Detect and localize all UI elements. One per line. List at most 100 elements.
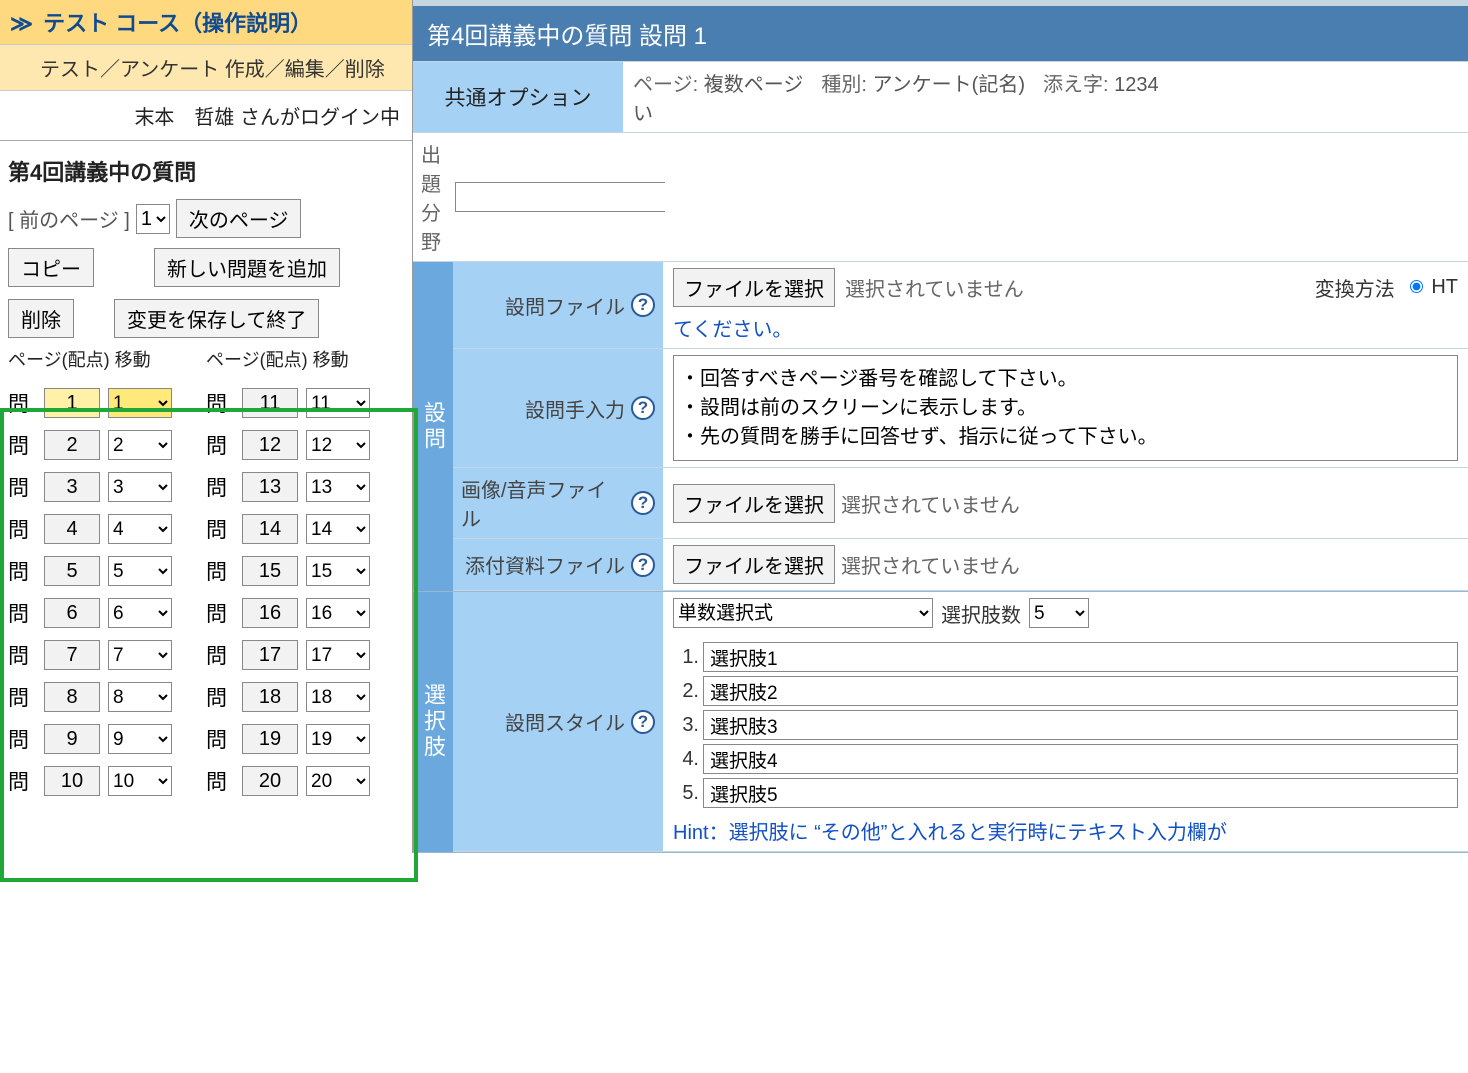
copy-button[interactable]: コピー	[8, 248, 94, 287]
question-prefix: 問	[206, 766, 234, 796]
question-grid: 問11問22問33問44問55問66問77問88問99問1010 問1111問1…	[0, 374, 412, 822]
help-icon[interactable]: ?	[631, 293, 655, 317]
question-item: 問1111	[206, 382, 404, 424]
question-number-button[interactable]: 19	[242, 724, 298, 754]
question-number-button[interactable]: 3	[44, 472, 100, 502]
question-page-select[interactable]: 4	[108, 514, 172, 544]
question-number-button[interactable]: 12	[242, 430, 298, 460]
choice-row: 1.	[673, 640, 1458, 674]
question-page-select[interactable]: 2	[108, 430, 172, 460]
question-number-button[interactable]: 5	[44, 556, 100, 586]
add-question-button[interactable]: 新しい問題を追加	[154, 248, 340, 287]
breadcrumb[interactable]: テスト／アンケート 作成／編集／削除	[0, 45, 412, 91]
question-number-button[interactable]: 10	[44, 766, 100, 796]
question-page-select[interactable]: 20	[306, 766, 370, 796]
course-title[interactable]: ≫ テスト コース（操作説明）	[0, 0, 412, 45]
chevrons-icon: ≫	[10, 11, 33, 36]
choice-input[interactable]	[703, 778, 1458, 808]
question-page-select[interactable]: 5	[108, 556, 172, 586]
question-page-select[interactable]: 15	[306, 556, 370, 586]
choice-input[interactable]	[703, 642, 1458, 672]
question-number-button[interactable]: 1	[44, 388, 100, 418]
choice-row: 4.	[673, 742, 1458, 776]
question-prefix: 問	[206, 598, 234, 628]
question-number-button[interactable]: 20	[242, 766, 298, 796]
question-number-button[interactable]: 7	[44, 640, 100, 670]
col-header-right: ページ(配点) 移動	[206, 346, 404, 372]
media-file-choose-button[interactable]: ファイルを選択	[673, 484, 835, 523]
question-style-select[interactable]: 単数選択式	[673, 598, 933, 628]
question-page-select[interactable]: 12	[306, 430, 370, 460]
help-icon[interactable]: ?	[631, 491, 655, 515]
question-page-select[interactable]: 13	[306, 472, 370, 502]
question-prefix: 問	[8, 766, 36, 796]
delete-button[interactable]: 削除	[8, 299, 74, 338]
choice-row: 3.	[673, 708, 1458, 742]
help-icon[interactable]: ?	[631, 710, 655, 734]
question-page-select[interactable]: 18	[306, 682, 370, 712]
question-page-select[interactable]: 16	[306, 598, 370, 628]
save-exit-button[interactable]: 変更を保存して終了	[114, 299, 319, 338]
question-item: 問1414	[206, 508, 404, 550]
question-page-select[interactable]: 11	[306, 388, 370, 418]
question-page-select[interactable]: 9	[108, 724, 172, 754]
question-prefix: 問	[8, 640, 36, 670]
question-style-label: 設問スタイル	[505, 707, 625, 736]
question-file-choose-button[interactable]: ファイルを選択	[673, 268, 835, 307]
question-page-select[interactable]: 17	[306, 640, 370, 670]
prev-page-label: [ 前のページ ]	[8, 204, 130, 233]
choice-number: 3.	[673, 714, 699, 737]
question-number-button[interactable]: 8	[44, 682, 100, 712]
manual-input-textarea[interactable]	[673, 355, 1458, 461]
question-item: 問1212	[206, 424, 404, 466]
question-page-select[interactable]: 6	[108, 598, 172, 628]
common-options-label: 共通オプション	[413, 62, 623, 132]
question-number-button[interactable]: 14	[242, 514, 298, 544]
question-number-button[interactable]: 9	[44, 724, 100, 754]
convert-method-option[interactable]: HT	[1405, 276, 1458, 299]
help-icon[interactable]: ?	[631, 396, 655, 420]
course-title-text: テスト コース（操作説明）	[43, 11, 312, 36]
question-item: 問1919	[206, 718, 404, 760]
question-number-button[interactable]: 11	[242, 388, 298, 418]
question-prefix: 問	[8, 598, 36, 628]
login-status: 末本 哲雄 さんがログイン中	[0, 91, 412, 141]
question-number-button[interactable]: 18	[242, 682, 298, 712]
question-page-select[interactable]: 10	[108, 766, 172, 796]
page-select[interactable]: 1	[136, 204, 170, 234]
choices-hint: Hint：選択肢に “その他”と入れると実行時にテキスト入力欄が	[673, 816, 1227, 845]
question-item: 問 13 13	[206, 466, 404, 508]
question-page-select[interactable]: 3	[108, 472, 172, 502]
question-item: 問66	[8, 592, 206, 634]
attach-file-choose-button[interactable]: ファイルを選択	[673, 545, 835, 584]
col-header-left: ページ(配点) 移動	[8, 346, 206, 372]
question-page-select[interactable]: 7	[108, 640, 172, 670]
question-prefix: 問	[206, 472, 234, 502]
choice-count-label: 選択肢数	[941, 599, 1021, 628]
question-number-button[interactable]: 16	[242, 598, 298, 628]
question-item: 問77	[8, 634, 206, 676]
help-icon[interactable]: ?	[631, 553, 655, 577]
question-number-button[interactable]: 4	[44, 514, 100, 544]
question-number-button[interactable]: 2	[44, 430, 100, 460]
file-row-link-tail[interactable]: てください。	[673, 313, 792, 342]
question-number-button[interactable]: 17	[242, 640, 298, 670]
question-number-button[interactable]: 6	[44, 598, 100, 628]
question-number-button[interactable]: 13	[242, 472, 298, 502]
choice-number: 4.	[673, 748, 699, 771]
question-item: 問 16 16	[206, 592, 404, 634]
attach-file-label: 添付資料ファイル	[465, 550, 625, 579]
question-page-select[interactable]: 19	[306, 724, 370, 754]
question-item: 問33	[8, 466, 206, 508]
choice-input[interactable]	[703, 744, 1458, 774]
question-page-select[interactable]: 8	[108, 682, 172, 712]
media-file-status: 選択されていません	[841, 489, 1020, 518]
choice-number: 1.	[673, 646, 699, 669]
question-page-select[interactable]: 1	[108, 388, 172, 418]
choice-input[interactable]	[703, 676, 1458, 706]
choice-count-select[interactable]: 5	[1029, 598, 1089, 628]
question-number-button[interactable]: 15	[242, 556, 298, 586]
choice-input[interactable]	[703, 710, 1458, 740]
question-page-select[interactable]: 14	[306, 514, 370, 544]
next-page-button[interactable]: 次のページ	[176, 199, 302, 238]
